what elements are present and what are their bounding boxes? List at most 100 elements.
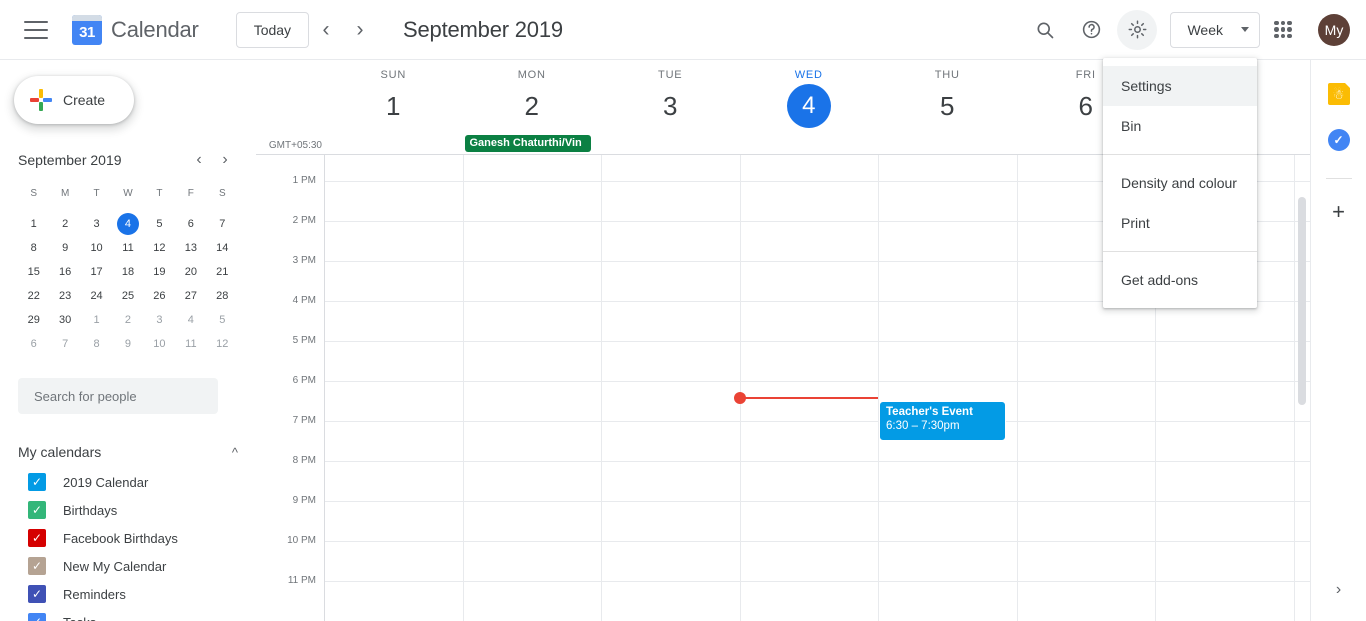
- mini-calendar-day[interactable]: 9: [49, 236, 80, 260]
- mini-calendar-day[interactable]: 29: [18, 308, 49, 332]
- calendar-list-item[interactable]: ✓ Facebook Birthdays: [0, 524, 256, 552]
- day-number[interactable]: 4: [786, 84, 831, 128]
- tasks-check-icon[interactable]: ✓: [1327, 128, 1351, 152]
- day-number[interactable]: 5: [925, 84, 969, 128]
- mini-calendar-day[interactable]: 21: [207, 260, 238, 284]
- mini-calendar-day[interactable]: 4: [175, 308, 206, 332]
- day-header-sun[interactable]: SUN 1: [324, 60, 463, 132]
- day-of-week-label: SUN: [380, 69, 407, 81]
- mini-calendar-day[interactable]: 24: [81, 284, 112, 308]
- menu-item-settings[interactable]: Settings: [1103, 66, 1257, 106]
- menu-item-bin[interactable]: Bin: [1103, 106, 1257, 146]
- vertical-scrollbar[interactable]: [1298, 197, 1306, 405]
- search-icon[interactable]: [1025, 10, 1065, 50]
- mini-calendar-day[interactable]: 13: [175, 236, 206, 260]
- mini-calendar-day[interactable]: 7: [49, 332, 80, 356]
- day-header-mon[interactable]: MON 2: [463, 60, 602, 132]
- calendar-list-item[interactable]: ✓ Tasks: [0, 608, 256, 621]
- mini-calendar-day[interactable]: 3: [81, 212, 112, 236]
- calendar-logo[interactable]: 31 Calendar: [72, 14, 199, 45]
- mini-calendar-day[interactable]: 26: [144, 284, 175, 308]
- mini-calendar-next-button[interactable]: ›: [212, 147, 238, 173]
- calendar-checkbox[interactable]: ✓: [28, 473, 46, 491]
- mini-calendar-day[interactable]: 1: [81, 308, 112, 332]
- mini-calendar-day[interactable]: 4: [112, 212, 143, 236]
- mini-day-label: 7: [62, 338, 69, 350]
- mini-calendar-day[interactable]: 19: [144, 260, 175, 284]
- mini-calendar-day[interactable]: 8: [81, 332, 112, 356]
- mini-calendar-day[interactable]: 9: [112, 332, 143, 356]
- mini-calendar-day[interactable]: 16: [49, 260, 80, 284]
- calendar-list-item[interactable]: ✓ Reminders: [0, 580, 256, 608]
- day-number[interactable]: 1: [371, 84, 415, 128]
- mini-calendar-day[interactable]: 30: [49, 308, 80, 332]
- today-button[interactable]: Today: [235, 11, 310, 48]
- calendar-checkbox[interactable]: ✓: [28, 501, 46, 519]
- mini-day-label: 30: [59, 314, 72, 326]
- top-bar-actions: Week My: [1022, 9, 1350, 50]
- mini-calendar-day[interactable]: 20: [175, 260, 206, 284]
- next-period-button[interactable]: ›: [343, 13, 377, 47]
- day-number[interactable]: 2: [510, 84, 554, 128]
- mini-calendar-day[interactable]: 17: [81, 260, 112, 284]
- hamburger-icon[interactable]: [24, 20, 48, 39]
- chevron-up-icon[interactable]: ^: [232, 445, 238, 460]
- menu-item-density-and-colour[interactable]: Density and colour: [1103, 163, 1257, 203]
- menu-item-print[interactable]: Print: [1103, 203, 1257, 243]
- mini-calendar-day[interactable]: 2: [112, 308, 143, 332]
- calendar-checkbox[interactable]: ✓: [28, 585, 46, 603]
- calendar-checkbox[interactable]: ✓: [28, 529, 46, 547]
- day-separator: [462, 155, 464, 621]
- day-header-thu[interactable]: THU 5: [878, 60, 1017, 132]
- mini-calendar-day[interactable]: 10: [144, 332, 175, 356]
- help-icon[interactable]: [1071, 10, 1111, 50]
- mini-calendar-day[interactable]: 11: [112, 236, 143, 260]
- calendar-checkbox[interactable]: ✓: [28, 613, 46, 621]
- hour-label: 11 PM: [287, 575, 316, 586]
- mini-calendar-day[interactable]: 6: [175, 212, 206, 236]
- menu-item-get-add-ons[interactable]: Get add-ons: [1103, 260, 1257, 300]
- mini-calendar-day[interactable]: 2: [49, 212, 80, 236]
- day-header-wed[interactable]: WED 4: [740, 60, 879, 132]
- mini-calendar-day[interactable]: 7: [207, 212, 238, 236]
- all-day-event[interactable]: Ganesh Chaturthi/Vin: [464, 135, 591, 152]
- mini-calendar-day[interactable]: 18: [112, 260, 143, 284]
- mini-calendar-day[interactable]: 12: [207, 332, 238, 356]
- gear-icon[interactable]: [1117, 9, 1158, 50]
- chevron-right-icon[interactable]: ›: [1336, 581, 1341, 599]
- mini-calendar-day[interactable]: 8: [18, 236, 49, 260]
- mini-calendar-day[interactable]: 5: [207, 308, 238, 332]
- day-number[interactable]: 3: [648, 84, 692, 128]
- mini-calendar-day[interactable]: 15: [18, 260, 49, 284]
- mini-calendar-day[interactable]: 22: [18, 284, 49, 308]
- mini-calendar-day[interactable]: 23: [49, 284, 80, 308]
- mini-calendar-day[interactable]: 10: [81, 236, 112, 260]
- view-selector[interactable]: Week: [1170, 11, 1260, 48]
- apps-grid-icon[interactable]: [1263, 10, 1303, 50]
- my-calendars-header[interactable]: My calendars ^: [0, 436, 256, 468]
- calendar-event[interactable]: Teacher's Event 6:30 – 7:30pm: [879, 401, 1006, 441]
- calendar-list-item[interactable]: ✓ Birthdays: [0, 496, 256, 524]
- mini-calendar-day[interactable]: 5: [144, 212, 175, 236]
- avatar[interactable]: My: [1318, 13, 1350, 46]
- calendar-checkbox[interactable]: ✓: [28, 557, 46, 575]
- calendar-list-item[interactable]: ✓ New My Calendar: [0, 552, 256, 580]
- mini-calendar-day[interactable]: 27: [175, 284, 206, 308]
- search-input[interactable]: [18, 378, 218, 414]
- create-button[interactable]: Create: [14, 76, 134, 124]
- keep-bulb-icon[interactable]: ☃: [1327, 82, 1351, 106]
- mini-calendar-day[interactable]: 3: [144, 308, 175, 332]
- plus-icon[interactable]: +: [1332, 201, 1345, 223]
- mini-calendar-day[interactable]: 28: [207, 284, 238, 308]
- mini-calendar-day[interactable]: 6: [18, 332, 49, 356]
- calendar-list-item[interactable]: ✓ 2019 Calendar: [0, 468, 256, 496]
- mini-calendar-day[interactable]: 12: [144, 236, 175, 260]
- mini-calendar-day[interactable]: 14: [207, 236, 238, 260]
- previous-period-button[interactable]: ‹: [309, 13, 343, 47]
- day-number[interactable]: 6: [1064, 84, 1108, 128]
- day-header-tue[interactable]: TUE 3: [601, 60, 740, 132]
- mini-calendar-day[interactable]: 1: [18, 212, 49, 236]
- mini-calendar-day[interactable]: 11: [175, 332, 206, 356]
- mini-calendar-prev-button[interactable]: ‹: [186, 147, 212, 173]
- mini-calendar-day[interactable]: 25: [112, 284, 143, 308]
